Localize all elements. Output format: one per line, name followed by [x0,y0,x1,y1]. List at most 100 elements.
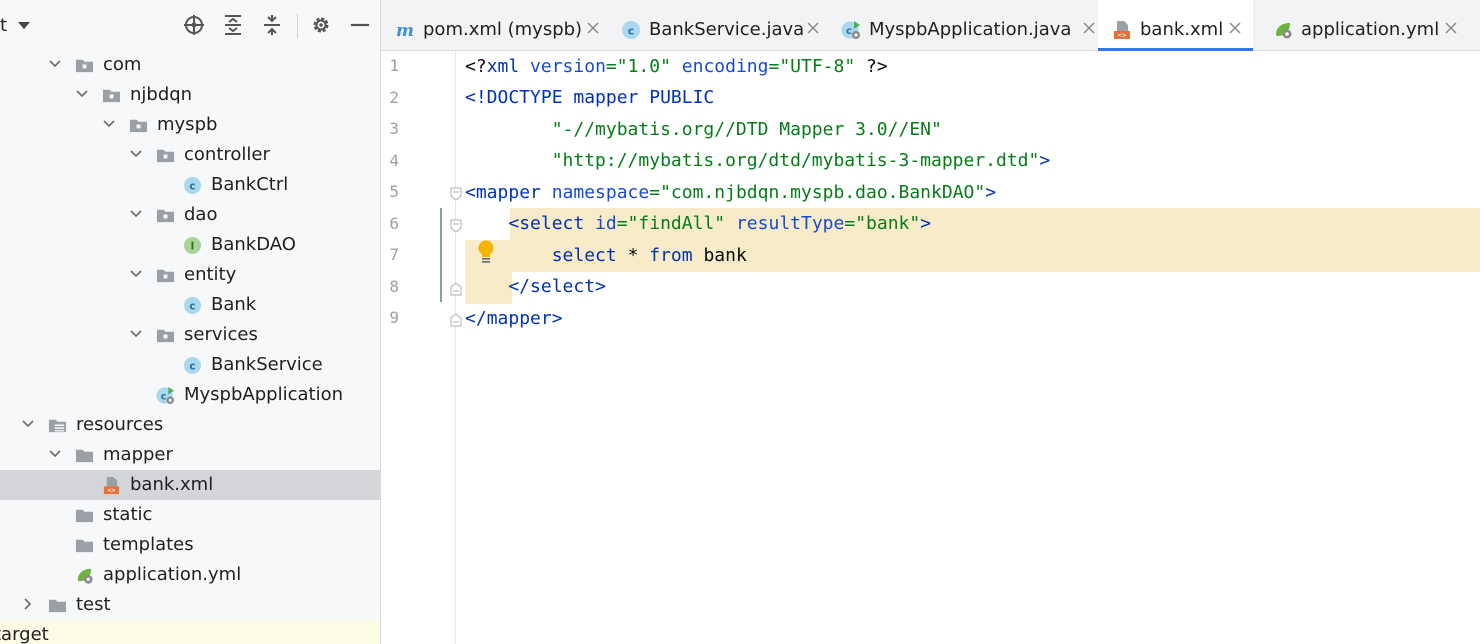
package-folder-icon [156,266,175,285]
code-line-8: </select> [465,276,606,297]
tree-item-bankctrl[interactable]: c BankCtrl [0,170,380,200]
tree-item-dao[interactable]: dao [0,200,380,230]
tree-item-label: application.yml [103,564,242,585]
tree-item-target[interactable]: target [0,620,380,644]
chevron-down-icon[interactable] [47,56,63,72]
close-icon[interactable] [1082,20,1096,34]
tree-item-label: resources [76,414,164,435]
chevron-down-icon[interactable] [128,146,144,162]
tree-item-bankservice[interactable]: c BankService [0,350,380,380]
package-folder-icon [129,116,148,135]
tree-item-mapper[interactable]: mapper [0,440,380,470]
line-number[interactable]: 8 [369,277,399,296]
minimize-icon[interactable] [348,13,372,37]
spring-config-icon [1273,20,1293,40]
chevron-down-icon[interactable] [101,116,117,132]
class-icon: c [183,176,202,195]
code-line-4: "http://mybatis.org/dtd/mybatis-3-mapper… [465,150,1051,171]
tree-item-controller[interactable]: controller [0,140,380,170]
tree-item-label: mapper [103,444,173,465]
svg-text:<>: <> [108,487,116,495]
close-icon[interactable] [1444,20,1458,34]
toolbar-separator [297,14,298,38]
code-editor[interactable]: <?xml version="1.0" encoding="UTF-8" ?> … [456,51,1480,644]
code-line-7: select * from bank [551,245,747,266]
class-icon: c [621,20,641,40]
chevron-down-icon[interactable] [128,266,144,282]
tree-item-bankdao[interactable]: I BankDAO [0,230,380,260]
line-number[interactable]: 4 [369,151,399,170]
line-number[interactable]: 9 [369,308,399,327]
code-line-5: <mapper namespace="com.njbdqn.myspb.dao.… [465,182,997,203]
line-number[interactable]: 5 [369,182,399,201]
tree-item-services[interactable]: services [0,320,380,350]
svg-text:c: c [161,391,167,402]
spring-boot-class-icon: c [841,20,861,40]
tab-bankservice-java[interactable]: c BankService.java [607,0,821,50]
tab-bank-xml[interactable]: <> bank.xml [1098,0,1253,51]
collapse-all-icon[interactable] [260,13,284,37]
tree-item-entity[interactable]: entity [0,260,380,290]
chevron-down-icon[interactable] [20,416,36,432]
tree-item-label: templates [103,534,194,555]
tree-item-templates[interactable]: templates [0,530,380,560]
line-number[interactable]: 2 [369,88,399,107]
tree-item-bank-xml[interactable]: <> bank.xml [0,470,380,500]
project-toolbar: t [0,0,380,50]
project-view-title[interactable]: t [0,15,7,36]
expand-all-icon[interactable] [221,13,245,37]
chevron-down-icon[interactable] [47,446,63,462]
svg-text:c: c [189,361,195,373]
tree-item-application-yml[interactable]: application.yml [0,560,380,590]
package-folder-icon [75,56,94,75]
tree-item-static[interactable]: static [0,500,380,530]
line-number[interactable]: 3 [369,119,399,138]
tree-item-label: BankService [211,354,323,375]
tab-application-yml[interactable]: application.yml [1259,0,1459,50]
tree-item-label: dao [184,204,218,225]
tree-item-label: myspb [157,114,218,135]
tab-myspbapplication-java[interactable]: c MyspbApplication.java [827,0,1097,50]
tree-item-label: target [0,624,49,644]
close-icon[interactable] [586,20,600,34]
svg-text:c: c [846,26,852,37]
project-panel: t com njbdqn myspb controller c BankCtrl dao I B… [0,0,381,644]
spring-boot-class-icon: c [156,386,175,405]
close-icon[interactable] [1228,20,1242,34]
lightbulb-icon[interactable] [475,239,497,265]
class-icon: c [183,356,202,375]
vcs-change-marker[interactable] [440,208,442,302]
line-number[interactable]: 7 [369,245,399,264]
chevron-down-icon[interactable] [128,326,144,342]
tree-item-com[interactable]: com [0,50,380,80]
line-number[interactable]: 1 [369,56,399,75]
chevron-down-icon[interactable] [74,86,90,102]
tab-pom-xml-myspb-[interactable]: m pom.xml (myspb) [381,0,601,50]
tree-item-label: static [103,504,153,525]
gear-icon[interactable] [309,13,333,37]
line-number[interactable]: 6 [369,214,399,233]
chevron-down-icon[interactable] [128,206,144,222]
chevron-right-icon[interactable] [20,596,36,612]
tree-item-resources[interactable]: resources [0,410,380,440]
tree-item-myspbapplication[interactable]: c MyspbApplication [0,380,380,410]
svg-text:c: c [189,181,195,193]
package-folder-icon [102,86,121,105]
tree-item-njbdqn[interactable]: njbdqn [0,80,380,110]
tree-item-myspb[interactable]: myspb [0,110,380,140]
tab-label: pom.xml (myspb) [423,19,583,40]
tree-item-test[interactable]: test [0,590,380,620]
xml-file-icon: <> [102,476,121,495]
package-folder-icon [156,206,175,225]
editor-gutter: 123456789 [381,51,462,644]
close-icon[interactable] [806,20,820,34]
tab-label: bank.xml [1140,19,1224,40]
folder-icon [75,536,94,555]
crosshair-icon[interactable] [182,13,206,37]
interface-icon: I [183,236,202,255]
tree-item-label: MyspbApplication [184,384,343,405]
tree-item-label: controller [184,144,270,165]
tab-label: application.yml [1301,19,1440,40]
view-dropdown-icon[interactable] [18,22,30,29]
tree-item-bank[interactable]: c Bank [0,290,380,320]
